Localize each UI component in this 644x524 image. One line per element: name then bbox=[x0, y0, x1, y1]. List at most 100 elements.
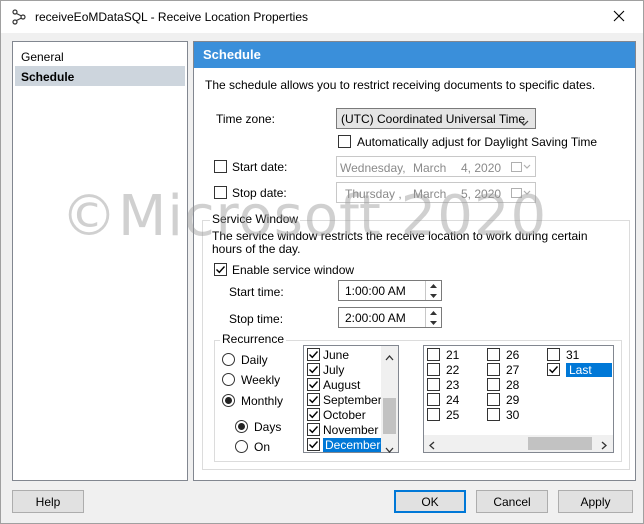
day-checkbox[interactable] bbox=[427, 363, 440, 376]
day-label: 30 bbox=[506, 407, 520, 422]
weekly-radio[interactable] bbox=[222, 373, 235, 386]
stop-time-input[interactable]: 2:00:00 AM bbox=[338, 307, 442, 328]
help-button[interactable]: Help bbox=[12, 490, 84, 513]
day-label: Last bbox=[566, 362, 612, 377]
day-checkbox[interactable] bbox=[487, 393, 500, 406]
month-label: June bbox=[323, 347, 350, 362]
nav-item-schedule[interactable]: Schedule bbox=[15, 66, 185, 86]
day-checkbox[interactable] bbox=[547, 363, 560, 376]
scrollbar-thumb[interactable] bbox=[383, 398, 396, 434]
day-checkbox[interactable] bbox=[427, 408, 440, 421]
cancel-button[interactable]: Cancel bbox=[476, 490, 548, 513]
horizontal-scrollbar[interactable] bbox=[424, 435, 613, 452]
check-icon bbox=[549, 366, 559, 374]
list-item[interactable]: 23 bbox=[427, 377, 459, 392]
day-label: 24 bbox=[446, 392, 460, 407]
start-time-value: 1:00:00 AM bbox=[345, 284, 406, 298]
day-label: 21 bbox=[446, 347, 460, 362]
list-item[interactable]: September bbox=[307, 392, 382, 407]
start-date-checkbox[interactable] bbox=[214, 160, 227, 173]
day-checkbox[interactable] bbox=[487, 363, 500, 376]
month-checkbox[interactable] bbox=[307, 378, 320, 391]
list-item[interactable]: 28 bbox=[487, 377, 519, 392]
window-title: receiveEoMDataSQL - Receive Location Pro… bbox=[35, 10, 309, 24]
day-checkbox[interactable] bbox=[427, 378, 440, 391]
month-checkbox[interactable] bbox=[307, 348, 320, 361]
time-zone-select[interactable]: (UTC) Coordinated Universal Time bbox=[336, 108, 536, 129]
day-label: 23 bbox=[446, 377, 460, 392]
vertical-scrollbar[interactable] bbox=[381, 346, 398, 453]
days-radio[interactable] bbox=[235, 420, 248, 433]
check-icon bbox=[309, 381, 319, 389]
spin-down-button[interactable] bbox=[426, 318, 441, 327]
month-checkbox[interactable] bbox=[307, 438, 320, 451]
days-listbox[interactable]: 21 22 23 24 25 26 27 28 29 30 31 Last bbox=[423, 345, 614, 453]
scroll-right-icon[interactable] bbox=[601, 439, 607, 453]
ok-button[interactable]: OK bbox=[394, 490, 466, 513]
list-item[interactable]: December bbox=[307, 437, 383, 452]
month-checkbox[interactable] bbox=[307, 393, 320, 406]
scroll-down-icon[interactable] bbox=[385, 442, 394, 456]
spin-up-button[interactable] bbox=[426, 308, 441, 317]
day-checkbox[interactable] bbox=[427, 393, 440, 406]
daily-label: Daily bbox=[241, 353, 268, 367]
day-checkbox[interactable] bbox=[487, 408, 500, 421]
title-bar: receiveEoMDataSQL - Receive Location Pro… bbox=[1, 1, 643, 33]
monthly-radio[interactable] bbox=[222, 394, 235, 407]
day-label: 22 bbox=[446, 362, 460, 377]
months-listbox[interactable]: June July August September October Novem… bbox=[303, 345, 399, 453]
days-label: Days bbox=[254, 420, 282, 434]
month-label: September bbox=[323, 392, 382, 407]
list-item[interactable]: 31 bbox=[547, 347, 579, 362]
dst-checkbox[interactable] bbox=[338, 135, 351, 148]
spin-up-button[interactable] bbox=[426, 281, 441, 290]
month-checkbox[interactable] bbox=[307, 423, 320, 436]
list-item[interactable]: June bbox=[307, 347, 379, 362]
day-label: 26 bbox=[506, 347, 520, 362]
start-date-picker[interactable]: Wednesday, March 4, 2020 bbox=[336, 156, 536, 177]
daily-radio[interactable] bbox=[222, 353, 235, 366]
list-item[interactable]: Last bbox=[547, 362, 612, 377]
scroll-left-icon[interactable] bbox=[429, 439, 435, 453]
properties-dialog: receiveEoMDataSQL - Receive Location Pro… bbox=[0, 0, 644, 524]
list-item[interactable]: November bbox=[307, 422, 379, 437]
check-icon bbox=[309, 426, 319, 434]
list-item[interactable]: October bbox=[307, 407, 379, 422]
list-item[interactable]: 24 bbox=[427, 392, 459, 407]
day-checkbox[interactable] bbox=[427, 348, 440, 361]
month-label: October bbox=[323, 407, 366, 422]
check-icon bbox=[309, 366, 319, 374]
list-item[interactable]: August bbox=[307, 377, 379, 392]
day-label: 31 bbox=[566, 347, 580, 362]
close-button[interactable] bbox=[596, 1, 642, 33]
on-radio[interactable] bbox=[235, 440, 248, 453]
month-checkbox[interactable] bbox=[307, 363, 320, 376]
copyright-watermark: ©Microsoft 2020 bbox=[61, 184, 548, 249]
day-checkbox[interactable] bbox=[487, 378, 500, 391]
time-zone-label: Time zone: bbox=[216, 112, 275, 126]
enable-service-window-checkbox[interactable] bbox=[214, 263, 227, 276]
list-item[interactable]: 25 bbox=[427, 407, 459, 422]
day-checkbox[interactable] bbox=[487, 348, 500, 361]
month-label: August bbox=[323, 377, 361, 392]
nav-item-label: Schedule bbox=[21, 70, 75, 84]
apply-button[interactable]: Apply bbox=[558, 490, 633, 513]
day-checkbox[interactable] bbox=[547, 348, 560, 361]
spin-down-button[interactable] bbox=[426, 291, 441, 300]
list-item[interactable]: 26 bbox=[487, 347, 519, 362]
nav-item-general[interactable]: General bbox=[15, 46, 185, 66]
triangle-down-icon bbox=[430, 320, 437, 325]
dst-label: Automatically adjust for Daylight Saving… bbox=[357, 135, 598, 149]
scroll-up-icon[interactable] bbox=[385, 350, 394, 364]
scrollbar-thumb[interactable] bbox=[528, 437, 592, 450]
list-item[interactable]: 29 bbox=[487, 392, 519, 407]
start-time-input[interactable]: 1:00:00 AM bbox=[338, 280, 442, 301]
list-item[interactable]: 30 bbox=[487, 407, 519, 422]
list-item[interactable]: 22 bbox=[427, 362, 459, 377]
month-checkbox[interactable] bbox=[307, 408, 320, 421]
start-date-label: Start date: bbox=[232, 160, 288, 174]
monthly-label: Monthly bbox=[241, 394, 284, 408]
list-item[interactable]: 21 bbox=[427, 347, 459, 362]
list-item[interactable]: July bbox=[307, 362, 379, 377]
list-item[interactable]: 27 bbox=[487, 362, 519, 377]
